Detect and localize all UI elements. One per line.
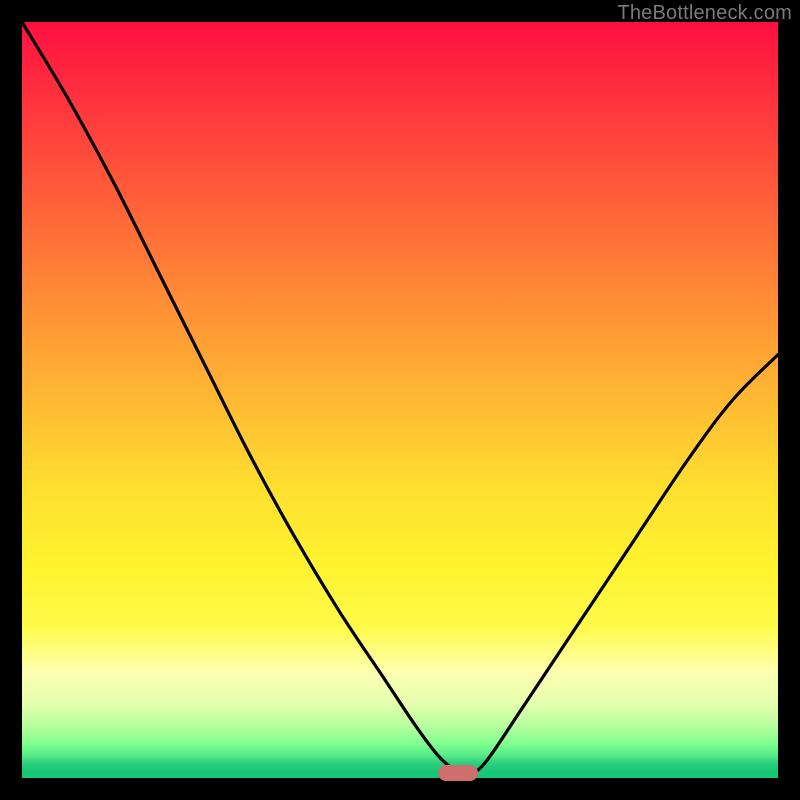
bottleneck-marker <box>438 765 478 781</box>
curve-path <box>22 22 778 775</box>
chart-frame: TheBottleneck.com <box>0 0 800 800</box>
bottleneck-curve <box>22 22 778 778</box>
